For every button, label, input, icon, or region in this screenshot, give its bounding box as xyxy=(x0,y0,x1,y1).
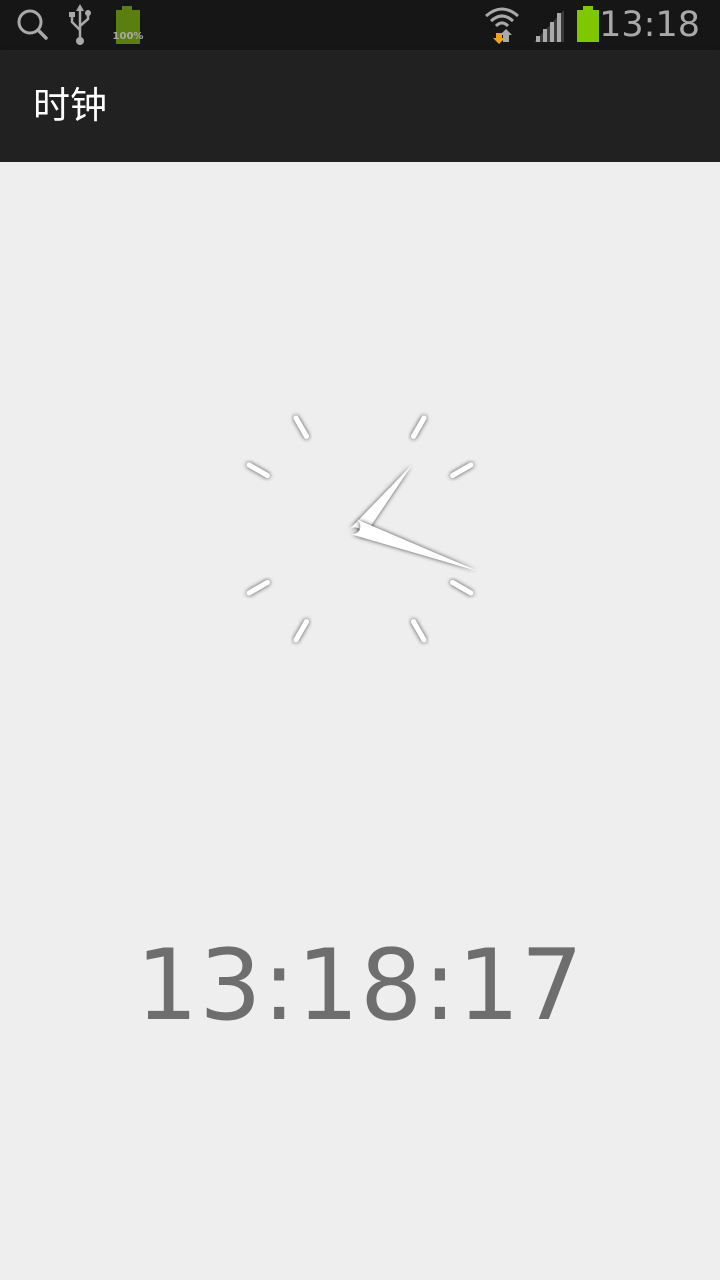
clock-tick xyxy=(411,415,427,439)
battery-full-notification-icon: 100% xyxy=(110,0,146,50)
minute-hand xyxy=(349,518,477,571)
usb-icon xyxy=(69,4,91,45)
battery-icon xyxy=(577,6,599,42)
status-bar: 100% 13:18 xyxy=(0,0,720,50)
clock-tick xyxy=(450,462,474,478)
page-title: 时钟 xyxy=(33,84,107,127)
analog-clock xyxy=(229,398,491,660)
wifi-icon xyxy=(485,7,519,44)
clock-tick xyxy=(246,580,270,596)
clock-tick xyxy=(411,619,427,643)
clock-tick xyxy=(293,415,309,439)
clock-content: 13:18:17 xyxy=(0,162,720,1280)
status-time: 13:18 xyxy=(599,5,700,45)
clock-tick xyxy=(293,619,309,643)
action-bar: 时钟 xyxy=(0,50,720,162)
search-icon xyxy=(17,9,48,40)
digital-time: 13:18:17 xyxy=(135,929,585,1043)
battery-percent-label: 100% xyxy=(112,31,144,42)
clock-hands xyxy=(348,465,477,571)
clock-tick xyxy=(450,580,474,596)
cell-signal-icon xyxy=(534,10,564,42)
hour-hand xyxy=(348,465,412,541)
clock-tick xyxy=(246,462,270,478)
